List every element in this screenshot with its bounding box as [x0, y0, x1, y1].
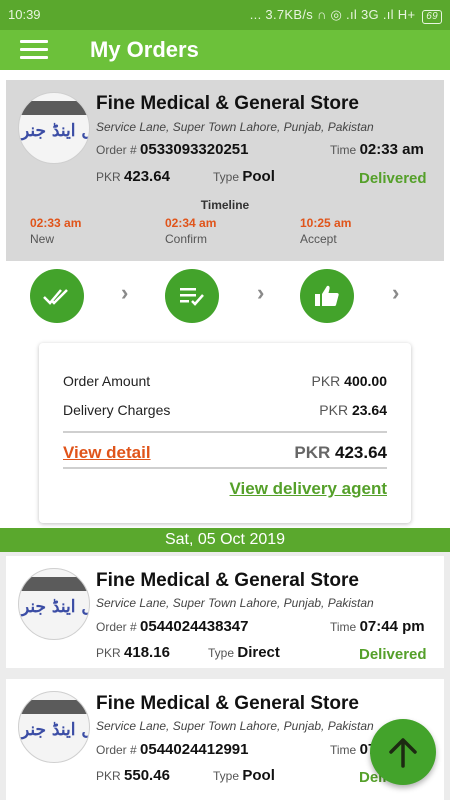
chevron-right-icon: › [121, 280, 129, 305]
timeline-time-accept: 10:25 am [300, 216, 352, 230]
store-name: Fine Medical & General Store [96, 93, 359, 114]
chevron-right-icon: › [392, 280, 400, 305]
view-delivery-agent-link[interactable]: View delivery agent [230, 479, 387, 499]
order-card[interactable]: ل اینڈ جنر Fine Medical & General Store … [6, 556, 444, 668]
store-logo: ل اینڈ جنر [18, 691, 90, 763]
divider [63, 467, 387, 469]
order-type: Type Pool [213, 767, 275, 784]
store-name: Fine Medical & General Store [96, 693, 359, 714]
status-indicators: ... 3.7KB/s ∩ ◎ .ıl 3G .ıl H+ 69 [250, 7, 442, 24]
order-number: Order # 0533093320251 [96, 141, 249, 158]
store-logo: ل اینڈ جنر [18, 92, 90, 164]
order-number: Order # 0544024412991 [96, 741, 249, 758]
battery-icon: 69 [422, 10, 442, 24]
page-title: My Orders [90, 37, 199, 62]
timeline-time-confirm: 02:34 am [165, 216, 217, 230]
double-check-icon[interactable] [30, 269, 84, 323]
network-indicators: ... 3.7KB/s ∩ ◎ .ıl 3G .ıl H+ [249, 7, 416, 22]
view-detail-link[interactable]: View detail [63, 443, 151, 463]
status-badge: Delivered [359, 646, 427, 663]
order-time: Time 02:33 am [330, 141, 424, 158]
list-check-icon[interactable] [165, 269, 219, 323]
timeline-title: Timeline [200, 198, 250, 212]
status-badge: Delivered [359, 170, 427, 187]
date-header: Sat, 05 Oct 2019 [0, 528, 450, 552]
order-amount: PKR 550.46 [96, 767, 170, 784]
order-summary: Order Amount PKR 400.00 Delivery Charges… [39, 343, 411, 523]
order-type: Type Direct [208, 644, 280, 661]
delivery-charges-row: Delivery Charges PKR 23.64 [63, 402, 387, 418]
timeline-time-new: 02:33 am [30, 216, 82, 230]
timeline-label-confirm: Confirm [165, 232, 208, 246]
order-time: Time 07:44 pm [330, 618, 425, 635]
hamburger-menu-icon[interactable] [20, 40, 48, 60]
store-address: Service Lane, Super Town Lahore, Punjab,… [96, 120, 374, 134]
order-amount: PKR 423.64 [96, 168, 170, 185]
store-address: Service Lane, Super Town Lahore, Punjab,… [96, 719, 374, 733]
arrow-up-icon [389, 738, 417, 768]
thumbs-up-icon[interactable] [300, 269, 354, 323]
store-logo: ل اینڈ جنر [18, 568, 90, 640]
timeline-label-accept: Accept [300, 232, 337, 246]
status-time: 10:39 [8, 7, 41, 22]
order-amount-row: Order Amount PKR 400.00 [63, 373, 387, 389]
status-bar: 10:39 ... 3.7KB/s ∩ ◎ .ıl 3G .ıl H+ 69 [0, 0, 450, 30]
divider [63, 431, 387, 433]
scroll-to-top-button[interactable] [370, 719, 436, 785]
store-name: Fine Medical & General Store [96, 570, 359, 591]
order-amount: PKR 418.16 [96, 644, 170, 661]
order-type: Type Pool [213, 168, 275, 185]
order-number: Order # 0544024438347 [96, 618, 249, 635]
chevron-right-icon: › [257, 280, 265, 305]
app-bar: My Orders [0, 30, 450, 70]
timeline-label-new: New [30, 232, 55, 246]
store-address: Service Lane, Super Town Lahore, Punjab,… [96, 596, 374, 610]
order-total: PKR 423.64 [294, 443, 387, 462]
expanded-order-panel: ل اینڈ جنر Fine Medical & General Store … [0, 70, 450, 528]
order-card-selected[interactable]: ل اینڈ جنر Fine Medical & General Store … [6, 80, 444, 261]
